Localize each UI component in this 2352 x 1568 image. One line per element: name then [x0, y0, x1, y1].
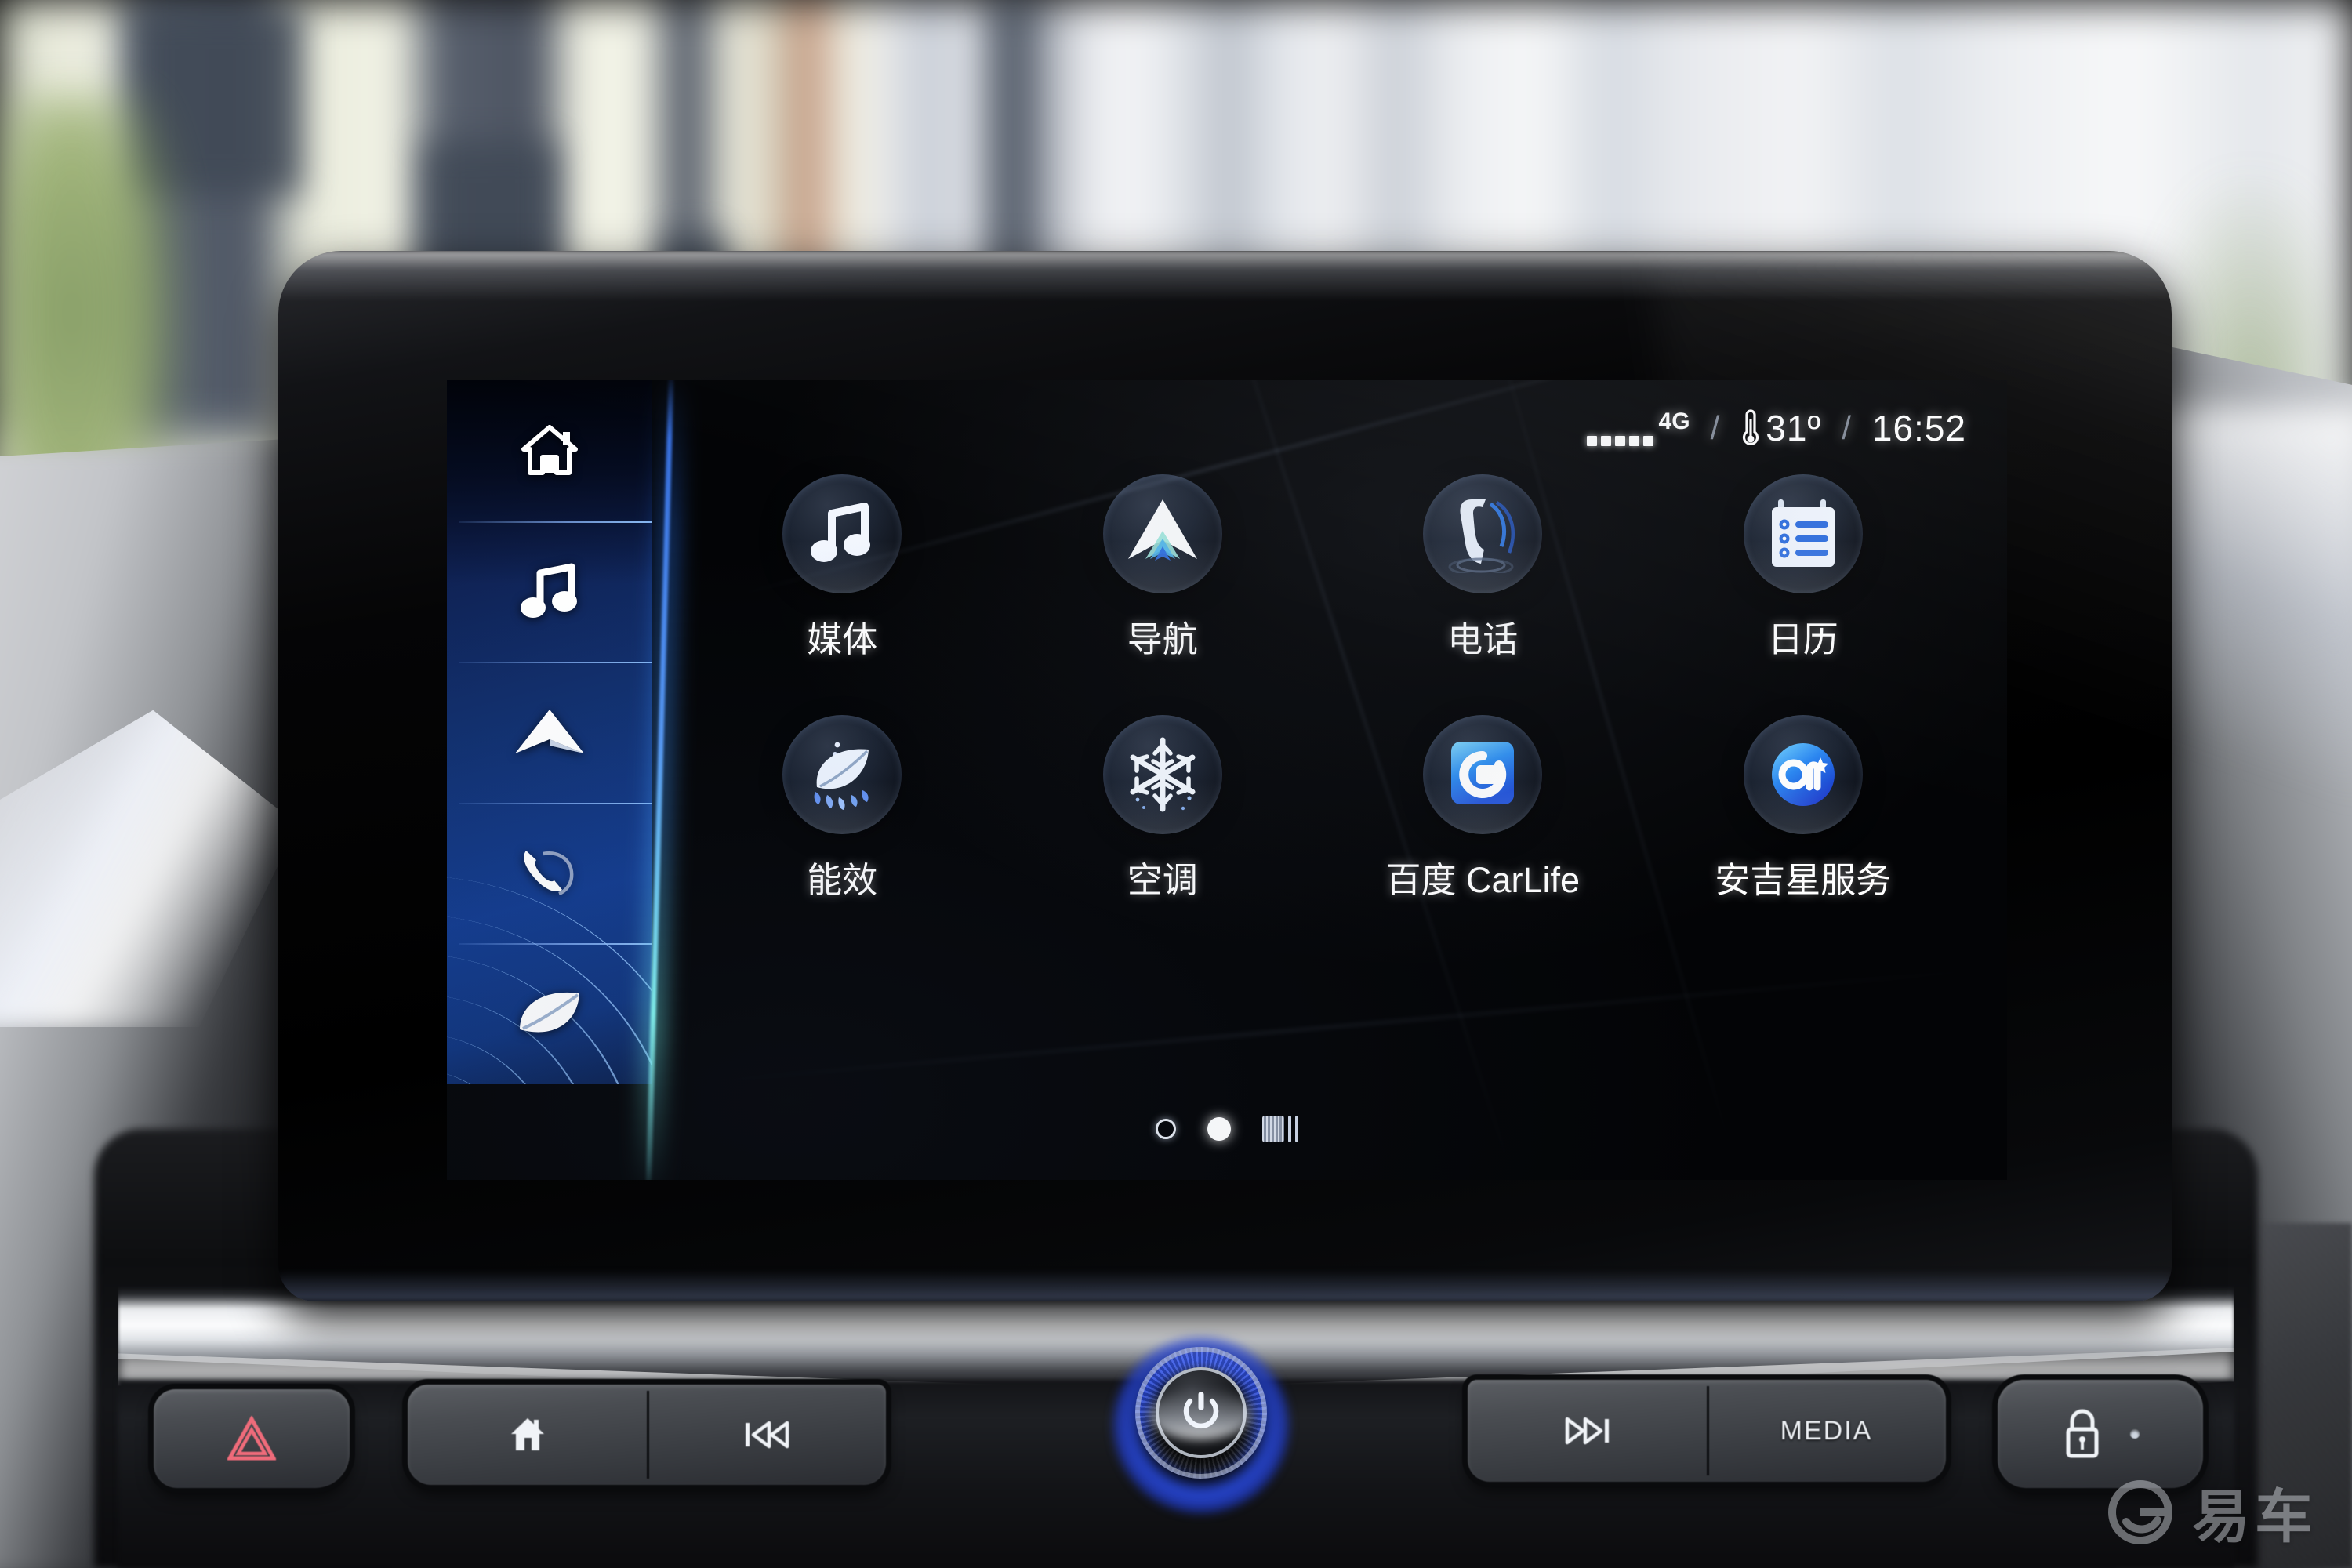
- app-icon-background: [1743, 715, 1863, 834]
- screen-glare-streak: [684, 964, 2007, 1087]
- sidebar-nav-panel: [447, 380, 652, 1084]
- app-icon-background: [1102, 474, 1222, 593]
- button-divider: [647, 1391, 649, 1479]
- music-note-icon: [521, 563, 577, 619]
- sidebar-item-energy[interactable]: [447, 943, 652, 1084]
- sidebar-item-home[interactable]: [447, 380, 652, 521]
- power-volume-knob[interactable]: [1135, 1347, 1267, 1479]
- leaf-icon: [814, 742, 869, 810]
- media-hard-button[interactable]: MEDIA: [1707, 1380, 1946, 1482]
- app-icon-background: [1423, 715, 1543, 834]
- hazard-triangle-icon: [227, 1416, 276, 1461]
- power-button[interactable]: [1156, 1367, 1247, 1458]
- sidebar-item-navigation[interactable]: [447, 662, 652, 803]
- app-tile-carlife[interactable]: 百度 CarLife: [1323, 715, 1643, 902]
- page-indicator: [1156, 1116, 1298, 1142]
- status-separator: /: [1842, 409, 1852, 446]
- app-icon-background: [782, 474, 902, 593]
- app-label: 能效: [807, 860, 878, 900]
- temperature-value: 31º: [1766, 408, 1822, 448]
- onstar-icon: [1771, 743, 1835, 806]
- app-icon-background: [1102, 715, 1222, 834]
- bezel-gloss-bottom: [278, 1270, 2172, 1301]
- page-dot-1[interactable]: [1156, 1119, 1176, 1139]
- thermometer-icon: [1743, 409, 1759, 445]
- previous-track-icon: [745, 1421, 789, 1449]
- app-tile-energy[interactable]: 能效: [682, 715, 1003, 902]
- watermark-text: 易车: [2192, 1484, 2318, 1549]
- snowflake-icon: [1130, 737, 1196, 812]
- watermark: 易车: [2106, 1470, 2318, 1554]
- network-type-label: 4G: [1658, 408, 1690, 434]
- yiche-e-logo: [2108, 1479, 2172, 1544]
- home-icon: [521, 424, 578, 475]
- home-icon: [510, 1418, 544, 1450]
- music-note-icon: [811, 503, 871, 562]
- clock-time: 16:52: [1871, 408, 1966, 448]
- home-hard-button[interactable]: [408, 1385, 647, 1485]
- phone-handset-icon: [1448, 499, 1515, 573]
- status-separator: /: [1710, 409, 1721, 446]
- baidu-carlife-icon: [1451, 742, 1515, 804]
- app-label: 百度 CarLife: [1385, 860, 1581, 900]
- app-label: 电话: [1447, 619, 1519, 659]
- app-tile-media[interactable]: 媒体: [682, 474, 1003, 662]
- app-label: 日历: [1767, 619, 1838, 659]
- app-label: 导航: [1127, 619, 1198, 659]
- navigation-arrow-icon: [1127, 499, 1197, 561]
- app-grid: 媒体 导航 电话 日历 能效 空调 百度 CarLife 安吉星服务: [682, 474, 1963, 902]
- next-track-button[interactable]: [1468, 1380, 1707, 1482]
- lcd-screen[interactable]: 4G / 31º / 16:52 媒体 导航 电话 日历 能效 空调 百度 Ca…: [447, 380, 2007, 1180]
- temperature-indicator: 31º: [1740, 407, 1821, 449]
- app-icon-background: [782, 715, 902, 834]
- app-tile-climate[interactable]: 空调: [1003, 715, 1323, 902]
- phone-icon: [524, 850, 574, 895]
- app-label: 空调: [1127, 860, 1198, 900]
- navigation-arrow-icon: [515, 709, 584, 753]
- page-dot-2-active[interactable]: [1207, 1117, 1231, 1141]
- lock-indicator-led: [2130, 1429, 2140, 1439]
- app-icon-background: [1743, 474, 1863, 593]
- button-divider: [1707, 1386, 1709, 1475]
- app-tile-phone[interactable]: 电话: [1323, 474, 1643, 662]
- app-drawer-icon[interactable]: [1262, 1116, 1298, 1142]
- app-tile-calendar[interactable]: 日历: [1643, 474, 1964, 662]
- app-tile-navigation[interactable]: 导航: [1003, 474, 1323, 662]
- sidebar-item-phone[interactable]: [447, 802, 652, 944]
- lock-icon: [2066, 1409, 2099, 1458]
- app-tile-onstar[interactable]: 安吉星服务: [1643, 715, 1964, 902]
- media-button-label: MEDIA: [1780, 1415, 1873, 1446]
- signal-bars-icon: [1586, 436, 1653, 446]
- signal-indicator: 4G: [1586, 408, 1690, 446]
- next-track-icon: [1565, 1417, 1609, 1445]
- previous-track-button[interactable]: [647, 1385, 886, 1485]
- head-unit-display[interactable]: 4G / 31º / 16:52 媒体 导航 电话 日历 能效 空调 百度 Ca…: [278, 251, 2172, 1301]
- photo-backdrop: 4G / 31º / 16:52 媒体 导航 电话 日历 能效 空调 百度 Ca…: [0, 0, 2352, 1568]
- app-label: 安吉星服务: [1715, 860, 1892, 900]
- left-button-group: [408, 1385, 886, 1485]
- app-label: 媒体: [807, 619, 878, 659]
- status-bar: 4G / 31º / 16:52: [1586, 407, 1966, 449]
- sidebar-item-media[interactable]: [447, 521, 652, 662]
- hazard-lights-button[interactable]: [154, 1389, 350, 1488]
- leaf-icon: [520, 993, 579, 1033]
- app-icon-background: [1423, 474, 1543, 593]
- right-button-group: MEDIA: [1468, 1380, 1946, 1482]
- power-icon: [1183, 1392, 1219, 1429]
- calendar-list-icon: [1771, 499, 1835, 567]
